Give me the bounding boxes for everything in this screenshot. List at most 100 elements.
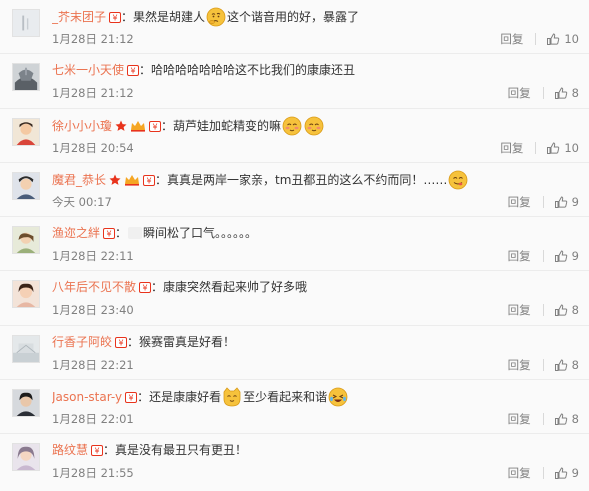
colon: ： <box>151 280 164 295</box>
divider <box>542 358 544 371</box>
comment-row: 八年后不见不散 ¥ ：康康突然看起来帅了好多哦 1月28日 23:40 回复 8 <box>0 271 589 326</box>
svg-text:¥: ¥ <box>112 14 117 23</box>
comment-text: 真是没有最丑只有更丑！ <box>115 443 248 458</box>
like-button[interactable]: 9 <box>554 195 579 209</box>
reply-button[interactable]: 回复 <box>508 465 531 481</box>
username-link[interactable]: 七米一小天使 <box>52 63 124 77</box>
avatar[interactable] <box>12 9 40 37</box>
svg-text:¥: ¥ <box>142 284 147 293</box>
reply-button[interactable]: 回复 <box>508 302 531 318</box>
username-link[interactable]: 路纹慧 <box>52 443 88 457</box>
comment-text: 真真是两岸一家亲，tm丑都丑的这么不约而同！…… <box>167 172 448 187</box>
reply-button[interactable]: 回复 <box>508 357 531 373</box>
avatar[interactable] <box>12 389 40 418</box>
member-badge-icon[interactable]: ¥ <box>139 282 152 294</box>
star-icon[interactable] <box>109 174 121 186</box>
thumbs-up-icon <box>554 304 567 317</box>
comment-row: 渔迩之絆 ¥ ： 瞬间松了口气。。。。。。 1月28日 22:11 回复 9 <box>0 217 589 272</box>
comment-text: 猴赛雷真是好看！ <box>139 334 236 349</box>
colon: ： <box>121 10 134 24</box>
thumbs-up-icon <box>554 87 567 100</box>
member-badge-icon[interactable]: ¥ <box>115 336 128 348</box>
like-button[interactable]: 8 <box>554 303 579 317</box>
username-link[interactable]: 魔君_恭长 <box>52 173 106 187</box>
like-button[interactable]: 10 <box>546 141 579 155</box>
vip-crown-icon[interactable] <box>130 120 146 132</box>
colon: ： <box>103 443 116 458</box>
reply-button[interactable]: 回复 <box>500 140 523 156</box>
avatar[interactable] <box>12 63 40 92</box>
like-count: 10 <box>564 140 579 155</box>
like-button[interactable]: 9 <box>554 466 579 480</box>
svg-text:¥: ¥ <box>129 394 134 403</box>
comment-row: 路纹慧 ¥ ：真是没有最丑只有更丑！ 1月28日 21:55 回复 9 <box>0 434 589 489</box>
colon: ： <box>127 334 140 349</box>
comment-row: 徐小小小瓊 ¥ ：葫芦娃加蛇精变的嘛 1月28日 20:54 回复 10 <box>0 108 589 163</box>
colon: ： <box>137 390 150 405</box>
colon: ： <box>161 118 174 133</box>
avatar[interactable] <box>12 226 40 255</box>
member-badge-icon[interactable]: ¥ <box>127 65 140 77</box>
thumbs-up-icon <box>554 413 567 426</box>
member-badge-icon[interactable]: ¥ <box>143 174 156 186</box>
avatar[interactable] <box>12 443 40 472</box>
comment-text: 果然是胡建人 <box>133 10 206 24</box>
member-badge-icon[interactable]: ¥ <box>125 392 138 404</box>
svg-text:¥: ¥ <box>146 176 151 185</box>
comment-text: 葫芦娃加蛇精变的嘛 <box>173 118 282 133</box>
divider <box>535 141 537 154</box>
star-icon[interactable] <box>115 120 127 132</box>
like-button[interactable]: 8 <box>554 86 579 100</box>
avatar[interactable] <box>12 280 40 309</box>
thumbs-up-icon <box>554 467 567 480</box>
like-count: 9 <box>571 249 579 264</box>
thinking-emoji-icon <box>206 7 226 27</box>
like-count: 10 <box>564 32 579 46</box>
username-link[interactable]: Jason-star-y <box>52 390 122 404</box>
like-button[interactable]: 10 <box>546 32 579 46</box>
username-link[interactable]: _芥末团子 <box>52 10 106 24</box>
like-button[interactable]: 8 <box>554 412 579 426</box>
username-link[interactable]: 行香子阿皎 <box>52 335 112 349</box>
member-badge-icon[interactable]: ¥ <box>109 12 122 23</box>
comment-list: _芥末团子 ¥ ：果然是胡建人 这个谐音用的好，暴露了 1月28日 21:12 回复 … <box>0 0 589 491</box>
like-count: 9 <box>571 466 579 481</box>
comment-time: 1月28日 21:12 <box>52 32 134 46</box>
shy-emoji-icon <box>282 116 302 136</box>
reply-button[interactable]: 回复 <box>500 31 523 47</box>
avatar[interactable] <box>12 117 40 146</box>
reply-button[interactable]: 回复 <box>508 194 531 210</box>
comment-text-cont: 至少看起来和谐 <box>243 390 328 405</box>
reply-button[interactable]: 回复 <box>508 248 531 264</box>
username-link[interactable]: 渔迩之絆 <box>52 226 100 240</box>
colon: ： <box>155 172 168 187</box>
divider <box>542 304 544 317</box>
laughing-tears-emoji-icon <box>328 387 348 407</box>
thumbs-up-icon <box>547 142 560 154</box>
reply-button[interactable]: 回复 <box>508 411 531 427</box>
divider <box>542 467 544 480</box>
avatar[interactable] <box>12 334 40 363</box>
comment-text: 哈哈哈哈哈哈哈这不比我们的康康还丑 <box>151 63 356 78</box>
comment-time: 1月28日 23:40 <box>52 303 134 318</box>
member-badge-icon[interactable]: ¥ <box>149 120 162 132</box>
comment-time: 1月28日 20:54 <box>52 140 134 155</box>
colon: ： <box>139 63 152 78</box>
reply-button[interactable]: 回复 <box>508 85 531 101</box>
like-button[interactable]: 8 <box>554 358 579 372</box>
vip-crown-icon[interactable] <box>124 174 140 186</box>
thumbs-up-icon <box>554 196 567 208</box>
like-button[interactable]: 9 <box>554 249 579 263</box>
divider <box>542 413 544 426</box>
comment-row: Jason-star-y ¥ ：还是康康好看 至少看起来和谐 1月28日 22:01 … <box>0 380 589 435</box>
comment-time: 1月28日 22:21 <box>52 357 134 372</box>
member-badge-icon[interactable]: ¥ <box>103 228 116 240</box>
username-link[interactable]: 八年后不见不散 <box>52 280 136 294</box>
comment-time: 1月28日 22:11 <box>52 249 134 264</box>
comment-row: 行香子阿皎 ¥ ：猴赛雷真是好看！ 1月28日 22:21 回复 8 <box>0 325 589 381</box>
username-link[interactable]: 徐小小小瓊 <box>52 119 112 133</box>
comment-row: _芥末团子 ¥ ：果然是胡建人 这个谐音用的好，暴露了 1月28日 21:12 回复 … <box>0 0 589 55</box>
member-badge-icon[interactable]: ¥ <box>91 445 104 457</box>
avatar[interactable] <box>12 171 40 200</box>
divider <box>542 195 544 208</box>
